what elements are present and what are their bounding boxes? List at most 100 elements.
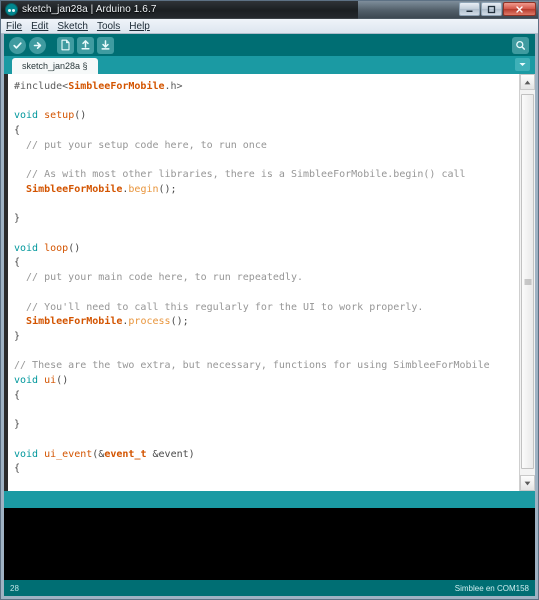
code-token: SimbleeForMobile [26,316,123,328]
triangle-up-icon [524,80,531,84]
code-editor[interactable]: #include<SimbleeForMobile.h> void setup(… [8,74,519,491]
code-token: .h> [164,81,183,92]
code-token: #include< [14,81,69,92]
editor-vertical-scrollbar[interactable] [519,74,535,491]
minimize-button[interactable] [459,2,480,16]
menu-sketch-label: Sketch [57,20,88,32]
editor-area: #include<SimbleeForMobile.h> void setup(… [4,74,535,491]
code-line: // put your main code here, to run repea… [14,271,519,286]
code-token: process [128,316,171,328]
code-token: SimbleeForMobile [26,183,123,195]
maximize-button[interactable] [481,2,502,16]
code-token: } [14,213,21,225]
scroll-down-button[interactable] [520,475,535,491]
tab-menu-button[interactable] [515,58,530,71]
window-title: sketch_jan28a | Arduino 1.6.7 [22,4,157,15]
menu-item-sketch[interactable]: Sketch [57,21,94,32]
scrollbar-track[interactable] [520,90,535,475]
arduino-icon [5,3,18,16]
title-bar: sketch_jan28a | Arduino 1.6.7 [1,1,538,19]
code-line: } [14,212,519,227]
save-button[interactable] [97,36,114,54]
code-token: } [14,330,21,342]
code-token: // As with most other libraries, there i… [14,169,466,181]
code-token: { [14,463,21,475]
code-token: // These are the two extra, but necessar… [14,360,490,372]
scrollbar-thumb[interactable] [521,94,534,469]
code-token: ui_event [44,448,93,460]
code-token: () [68,242,81,254]
code-token: (); [170,316,189,328]
open-button[interactable] [77,36,94,54]
code-line: } [14,330,519,345]
menu-help-label: Help [129,20,150,32]
code-line: SimbleeForMobile.begin(); [14,183,519,198]
code-token: { [14,257,21,269]
toolbar [4,34,535,56]
code-token: begin [128,183,159,195]
code-token: void [14,448,39,460]
code-line: // You'll need to call this regularly fo… [14,301,519,316]
board-port-info: Simblee en COM158 [454,583,529,593]
tab-sketch-jan28a[interactable]: sketch_jan28a § [12,58,98,74]
code-line: } [14,418,519,433]
serial-monitor-button[interactable] [512,37,529,54]
code-line: void loop() [14,242,519,257]
code-line: void setup() [14,109,519,124]
code-token: () [74,110,87,122]
arrow-right-icon [33,41,42,49]
code-token: event_t [104,448,147,460]
code-token: &event) [146,448,195,460]
arrow-down-icon [101,40,110,50]
menu-item-help[interactable]: Help [129,21,156,32]
triangle-down-icon [524,481,531,485]
status-bar: 28 Simblee en COM158 [4,580,535,596]
new-button[interactable] [57,36,74,54]
menu-item-file[interactable]: File [6,21,28,32]
magnifier-icon [516,40,526,50]
code-token: } [14,419,21,431]
tab-label: sketch_jan28a § [22,61,88,71]
scrollbar-grip [524,278,531,285]
console-output[interactable] [4,508,535,580]
code-token: { [14,125,21,137]
menu-item-edit[interactable]: Edit [31,21,54,32]
code-line: // These are the two extra, but necessar… [14,359,519,374]
code-line: { [14,256,519,271]
code-token: loop [44,242,69,254]
code-line: { [14,462,519,477]
code-token: void [14,110,39,122]
arduino-ide-window: sketch_jan28a | Arduino 1.6.7 File Edit … [0,0,539,600]
line-number: 28 [10,583,19,593]
upload-button[interactable] [29,36,46,54]
verify-button[interactable] [9,36,26,54]
arrow-up-icon [81,40,90,50]
code-token: () [56,375,69,387]
code-token: SimbleeForMobile [68,81,165,92]
code-token: (); [158,183,177,195]
menu-file-label: File [6,20,23,32]
code-line: { [14,389,519,404]
tab-strip: sketch_jan28a § [4,56,535,74]
check-icon [13,41,22,49]
ide-body: sketch_jan28a § #include<SimbleeForMobil… [1,34,538,599]
close-button[interactable] [503,2,536,16]
code-token: ui [44,375,57,387]
code-token: // You'll need to call this regularly fo… [14,301,424,313]
code-line: // As with most other libraries, there i… [14,168,519,183]
code-token: // put your setup code here, to run once [14,139,267,151]
code-token: void [14,375,39,387]
code-line: void ui() [14,374,519,389]
scroll-up-button[interactable] [520,74,535,90]
menu-item-tools[interactable]: Tools [97,21,126,32]
page-icon [61,39,70,51]
